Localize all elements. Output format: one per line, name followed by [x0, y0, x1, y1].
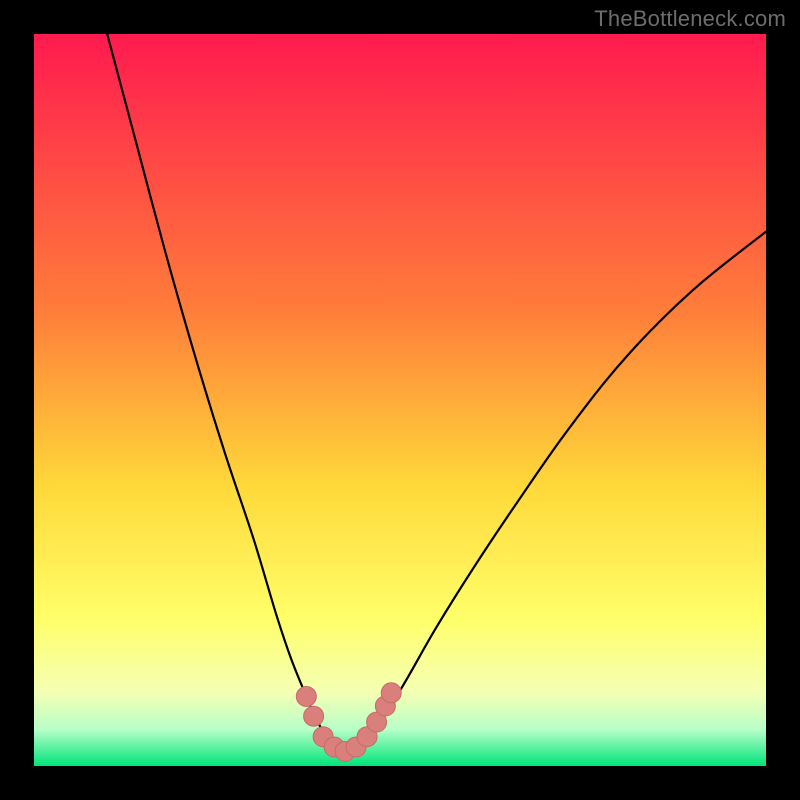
outer-frame: TheBottleneck.com: [0, 0, 800, 800]
plot-area: [34, 34, 766, 766]
chart-svg: [34, 34, 766, 766]
watermark-text: TheBottleneck.com: [594, 6, 786, 32]
marker-point: [381, 683, 401, 703]
marker-point: [304, 706, 324, 726]
marker-point: [296, 686, 316, 706]
gradient-background: [34, 34, 766, 766]
